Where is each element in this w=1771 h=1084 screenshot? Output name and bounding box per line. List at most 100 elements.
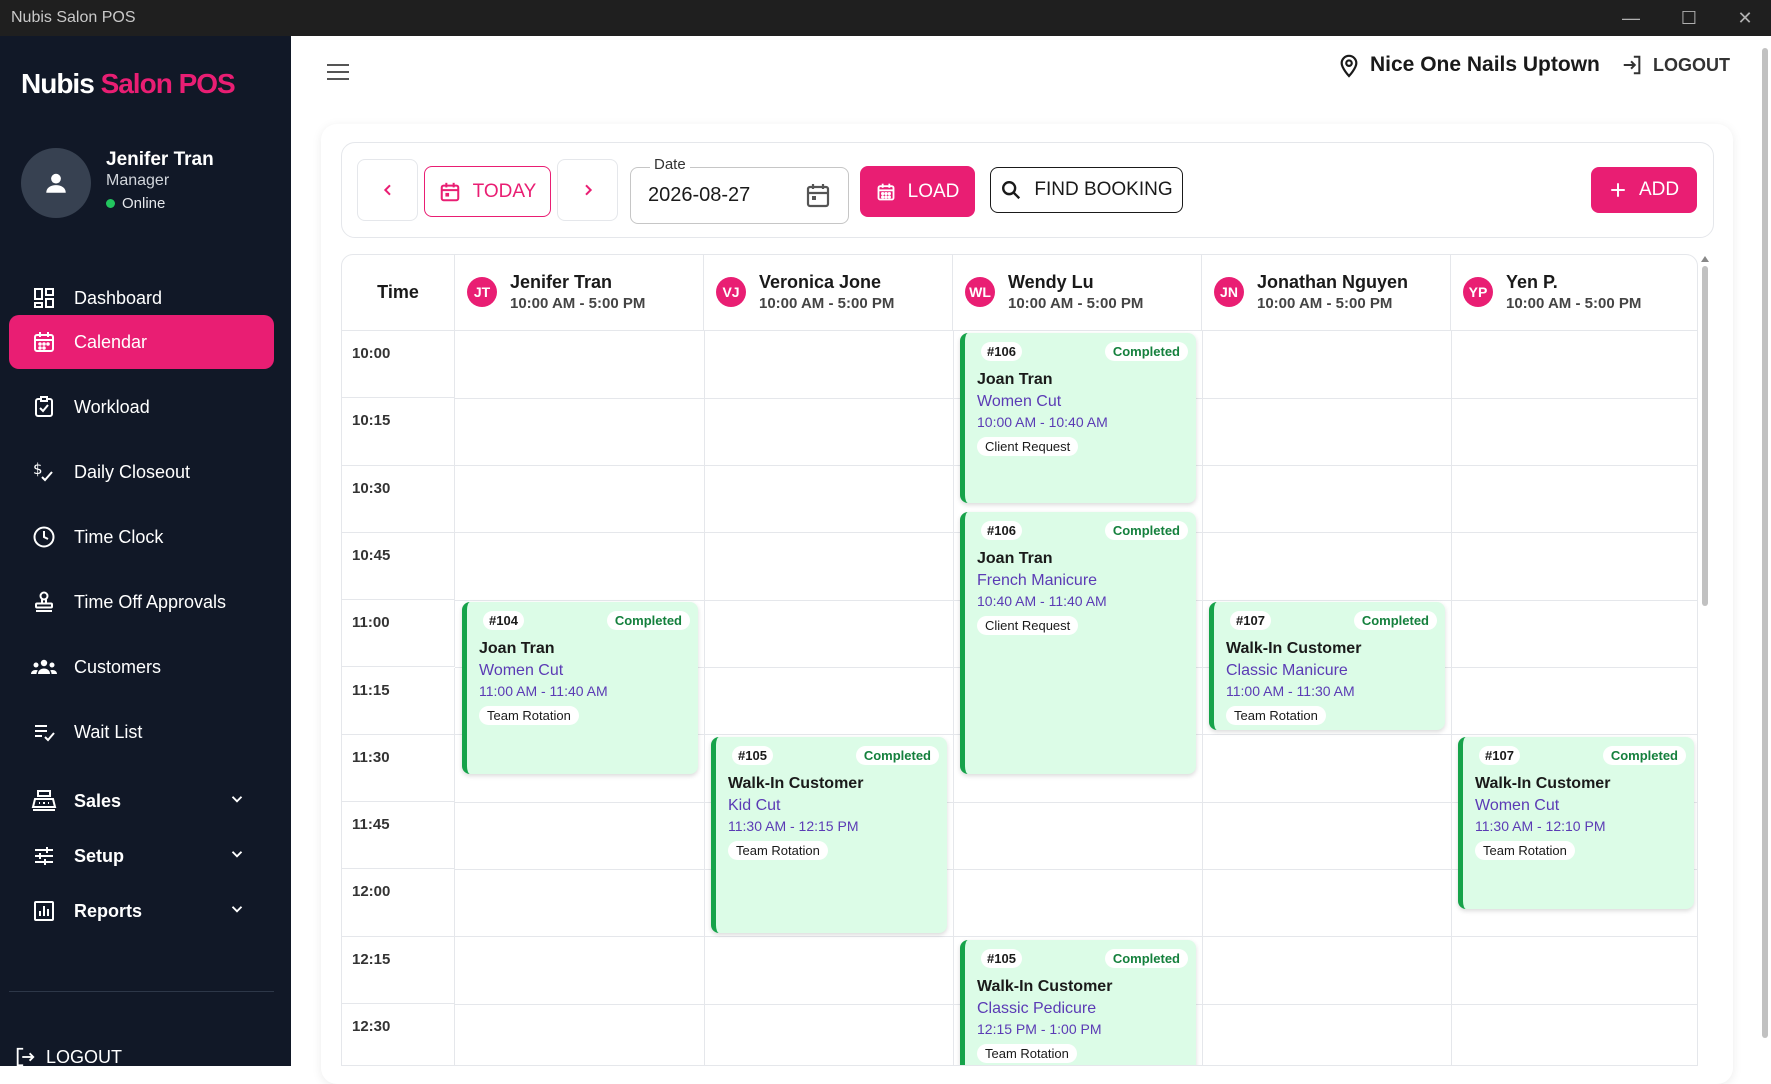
sidebar-section-setup[interactable]: Setup xyxy=(9,829,274,883)
user-status-label: Online xyxy=(122,195,166,212)
staff-hours: 10:00 AM - 5:00 PM xyxy=(1008,295,1144,312)
online-status-dot xyxy=(106,199,115,208)
search-icon xyxy=(1000,179,1022,201)
appointment-time: 11:00 AM - 11:40 AM xyxy=(479,683,608,699)
status-badge: Completed xyxy=(606,611,690,630)
status-badge: Completed xyxy=(1104,949,1188,968)
next-day-button[interactable] xyxy=(557,159,618,221)
sidebar-item-time-clock[interactable]: Time Clock xyxy=(9,510,274,564)
appointment-tag: Client Request xyxy=(977,616,1079,635)
appointment-card[interactable]: #107 Completed Walk-In Customer Classic … xyxy=(1209,602,1445,730)
find-booking-button[interactable]: FIND BOOKING xyxy=(990,167,1183,213)
date-picker-field[interactable]: Date 2026-08-27 xyxy=(630,156,849,224)
sidebar-item-time-off-approvals[interactable]: Time Off Approvals xyxy=(9,575,274,629)
sidebar-item-calendar[interactable]: Calendar xyxy=(9,315,274,369)
time-slot-label: 12:30 xyxy=(342,1004,455,1065)
sidebar: Nubis Salon POS Jenifer Tran Manager Onl… xyxy=(0,36,291,1068)
maximize-button[interactable]: ☐ xyxy=(1661,0,1717,36)
load-label: LOAD xyxy=(907,180,960,202)
grid-column-line xyxy=(953,331,954,1065)
time-slot-label: 10:30 xyxy=(342,465,455,533)
header-logout-label: LOGOUT xyxy=(1653,54,1730,75)
today-button[interactable]: TODAY xyxy=(424,166,551,217)
svg-text:$: $ xyxy=(33,460,43,478)
appointment-number: #107 xyxy=(1479,746,1520,765)
load-button[interactable]: LOAD xyxy=(860,166,975,217)
prev-day-button[interactable] xyxy=(357,159,418,221)
appointment-time: 11:30 AM - 12:10 PM xyxy=(1475,818,1606,834)
staff-name: Wendy Lu xyxy=(1008,272,1094,292)
appointment-customer: Joan Tran xyxy=(479,640,555,657)
sidebar-item-label: Time Clock xyxy=(74,526,164,547)
time-slot-label: 11:45 xyxy=(342,802,455,870)
staff-column-header: JN Jonathan Nguyen 10:00 AM - 5:00 PM xyxy=(1202,255,1451,331)
appointment-service: Classic Manicure xyxy=(1226,662,1348,679)
appointment-time: 10:00 AM - 10:40 AM xyxy=(977,414,1108,430)
staff-column-header: WL Wendy Lu 10:00 AM - 5:00 PM xyxy=(953,255,1202,331)
header-logout-button[interactable]: LOGOUT xyxy=(1621,54,1730,76)
sidebar-item-daily-closeout[interactable]: $ Daily Closeout xyxy=(9,445,274,499)
status-badge: Completed xyxy=(1353,611,1437,630)
sidebar-item-label: Workload xyxy=(74,396,150,417)
appointment-card[interactable]: #105 Completed Walk-In Customer Classic … xyxy=(960,940,1196,1065)
dollar-check-icon: $ xyxy=(30,458,58,486)
clock-icon xyxy=(30,523,58,551)
scrollbar-thumb[interactable] xyxy=(1702,266,1708,606)
page-scrollbar-thumb[interactable] xyxy=(1762,48,1768,1038)
appointment-service: Women Cut xyxy=(479,662,564,679)
sidebar-item-workload[interactable]: Workload xyxy=(9,380,274,434)
grid-column-line xyxy=(1202,331,1203,1065)
logo-text-accent: Salon POS xyxy=(100,68,236,99)
time-slot-label: 11:30 xyxy=(342,734,455,803)
staff-hours: 10:00 AM - 5:00 PM xyxy=(1506,295,1642,312)
staff-hours: 10:00 AM - 5:00 PM xyxy=(1257,295,1393,312)
chevron-down-icon xyxy=(228,790,246,813)
stamp-icon xyxy=(30,588,58,616)
time-slot-label: 11:00 xyxy=(342,600,455,668)
close-window-button[interactable]: ✕ xyxy=(1717,0,1771,36)
appointment-card[interactable]: #107 Completed Walk-In Customer Women Cu… xyxy=(1458,737,1694,909)
calendar-scrollbar[interactable] xyxy=(1699,256,1711,1066)
sidebar-section-sales[interactable]: Sales xyxy=(9,774,274,828)
register-icon xyxy=(30,787,58,815)
sidebar-item-wait-list[interactable]: Wait List xyxy=(9,705,274,759)
staff-name: Yen P. xyxy=(1506,272,1558,292)
appointment-tag: Team Rotation xyxy=(1226,706,1326,725)
calendar-grid-icon xyxy=(876,181,896,203)
minimize-button[interactable]: — xyxy=(1603,0,1659,36)
sidebar-item-label: Dashboard xyxy=(74,287,163,308)
appointment-service: Kid Cut xyxy=(728,797,781,814)
chevron-down-icon xyxy=(228,845,246,868)
appointment-service: French Manicure xyxy=(977,572,1098,589)
chart-icon xyxy=(30,897,58,925)
sidebar-divider xyxy=(9,991,274,992)
sidebar-item-customers[interactable]: Customers xyxy=(9,640,274,694)
date-field-label: Date xyxy=(650,156,690,173)
scroll-up-arrow[interactable] xyxy=(1701,256,1709,262)
appointment-number: #107 xyxy=(1230,611,1271,630)
user-role: Manager xyxy=(106,172,170,189)
add-label: ADD xyxy=(1638,179,1680,200)
sidebar-logout-button[interactable]: LOGOUT xyxy=(14,1046,122,1068)
chevron-left-icon xyxy=(383,184,391,196)
menu-toggle-button[interactable] xyxy=(324,58,352,86)
calendar-picker-icon[interactable] xyxy=(806,182,830,208)
appointment-card[interactable]: #106 Completed Joan Tran French Manicure… xyxy=(960,512,1196,774)
staff-initials-badge: JN xyxy=(1214,277,1244,307)
sidebar-item-label: Time Off Approvals xyxy=(74,591,227,612)
page-scrollbar[interactable] xyxy=(1759,36,1771,1066)
user-icon xyxy=(46,173,66,193)
location-selector[interactable]: Nice One Nails Uptown xyxy=(1338,52,1600,78)
chevron-down-icon xyxy=(228,900,246,923)
appointment-time: 12:15 PM - 1:00 PM xyxy=(977,1021,1102,1037)
appointment-card[interactable]: #105 Completed Walk-In Customer Kid Cut … xyxy=(711,737,947,933)
sidebar-section-reports[interactable]: Reports xyxy=(9,884,274,938)
people-icon xyxy=(30,653,58,681)
sidebar-logout-label: LOGOUT xyxy=(46,1046,123,1067)
add-booking-button[interactable]: ADD xyxy=(1591,167,1697,213)
appointment-card[interactable]: #104 Completed Joan Tran Women Cut 11:00… xyxy=(462,602,698,774)
appointment-tag: Team Rotation xyxy=(977,1044,1077,1063)
appointment-card[interactable]: #106 Completed Joan Tran Women Cut 10:00… xyxy=(960,333,1196,503)
sidebar-item-label: Calendar xyxy=(74,331,148,352)
logout-icon xyxy=(14,1046,36,1068)
